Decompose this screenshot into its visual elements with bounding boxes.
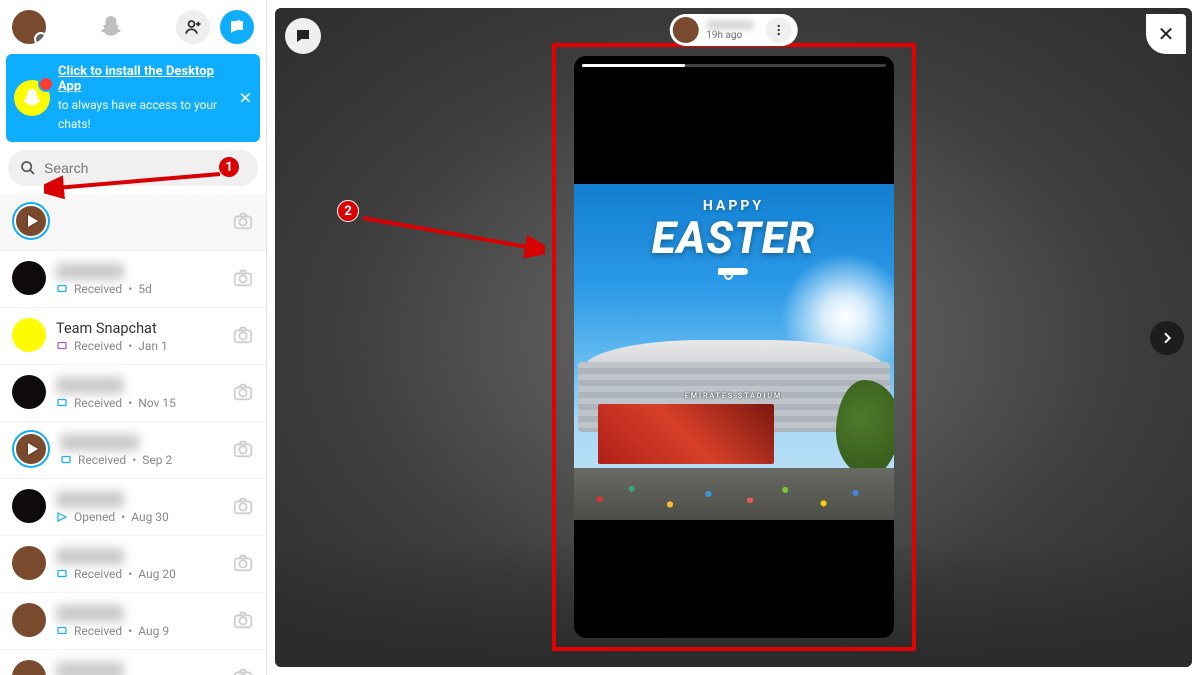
story-menu-button[interactable] [766,17,792,43]
chat-status: Received•Sep 2 [60,453,222,467]
chat-status: Received•5d [56,282,222,296]
chat-item[interactable]: FriendReceived•Aug 2 [0,650,266,675]
camera-icon[interactable] [232,666,254,675]
ghost-icon [14,80,50,116]
chat-status: Received•Nov 15 [56,396,222,410]
play-icon [16,434,46,464]
chat-item[interactable]: Friend Received•Aug 9 [0,593,266,650]
story-header: name 19h ago [669,14,798,46]
chat-status: Received•Aug 20 [56,567,222,581]
camera-icon[interactable] [232,495,254,517]
story-author-avatar[interactable] [672,17,698,43]
friend-avatar[interactable] [12,318,46,352]
chat-item[interactable]: Contact Received•Sep 2 [0,422,266,479]
search-icon [20,160,36,176]
chat-name: Friend [56,263,124,280]
chat-item[interactable]: Team Snapchat Received•Jan 1 [0,308,266,365]
friend-avatar[interactable] [12,660,46,675]
arsenal-cannon-icon [712,266,756,280]
camera-icon[interactable] [232,324,254,346]
new-chat-button[interactable] [220,10,254,44]
chat-item[interactable]: Friend Received•Aug 20 [0,536,266,593]
friend-avatar[interactable] [12,489,46,523]
camera-icon[interactable] [232,381,254,403]
friend-avatar[interactable] [16,206,46,236]
friend-avatar[interactable] [12,261,46,295]
camera-icon[interactable] [232,210,254,232]
annotation-badge-1: 1 [218,156,240,178]
chat-status: Received•Jan 1 [56,339,222,353]
search-input[interactable] [44,160,246,176]
annotation-badge-2: 2 [337,200,359,222]
promo-subtitle: to always have access to your chats! [58,98,217,131]
play-icon [16,206,46,236]
close-icon[interactable]: ✕ [239,89,252,108]
friend-avatar[interactable] [16,434,46,464]
app-root: Click to install the Desktop App to alwa… [0,0,1200,675]
camera-icon[interactable] [232,267,254,289]
chat-item[interactable] [0,194,266,251]
status-icon [56,511,68,523]
status-icon [56,625,68,637]
status-icon [56,568,68,580]
profile-avatar[interactable] [12,10,46,44]
story-progress-track [582,64,886,67]
install-desktop-banner[interactable]: Click to install the Desktop App to alwa… [6,54,260,142]
friend-avatar[interactable] [12,375,46,409]
camera-icon[interactable] [232,552,254,574]
chat-name: Contact [60,434,139,451]
story-timestamp: 19h ago [706,31,754,41]
story-text-line2: EASTER [574,212,894,264]
snapchat-ghost-icon [97,13,125,41]
status-icon [56,283,68,295]
camera-icon[interactable] [232,609,254,631]
camera-icon[interactable] [232,438,254,460]
chat-name: Friend [56,377,124,394]
story-image: HAPPY EASTER EMIRATES STADIUM [574,184,894,520]
story-card[interactable]: HAPPY EASTER EMIRATES STADIUM [574,56,894,638]
story-viewer: ✕ name 19h ago HAPPY EASTER [275,8,1192,667]
chat-item[interactable]: Friend Received•Nov 15 [0,365,266,422]
sidebar-header [0,0,266,54]
chat-name: Friend [56,662,124,675]
chat-name: Friend [56,548,124,565]
chat-name: Friend [56,605,124,622]
gear-icon [34,32,46,44]
story-progress-fill [582,64,685,67]
story-author-name: name [706,20,754,30]
status-icon [60,454,72,466]
chat-button[interactable] [285,18,321,54]
chat-status: Opened•Aug 30 [56,510,222,524]
annotation-arrow-2 [345,208,545,258]
chat-status: Received•Aug 9 [56,624,222,638]
status-icon [56,340,68,352]
venue-label: EMIRATES STADIUM [685,392,782,400]
chat-item[interactable]: Friend Received•5d [0,251,266,308]
chat-list: Friend Received•5d Team Snapchat Received•J… [0,194,266,675]
chat-item[interactable]: Friend Opened•Aug 30 [0,479,266,536]
chat-name: Friend [56,491,124,508]
add-friend-button[interactable] [176,10,210,44]
sidebar: Click to install the Desktop App to alwa… [0,0,267,675]
chat-name: Team Snapchat [56,320,157,337]
promo-title: Click to install the Desktop App [58,64,230,94]
close-story-button[interactable]: ✕ [1146,14,1186,54]
next-story-button[interactable] [1150,321,1184,355]
friend-avatar[interactable] [12,546,46,580]
status-icon [56,397,68,409]
friend-avatar[interactable] [12,603,46,637]
